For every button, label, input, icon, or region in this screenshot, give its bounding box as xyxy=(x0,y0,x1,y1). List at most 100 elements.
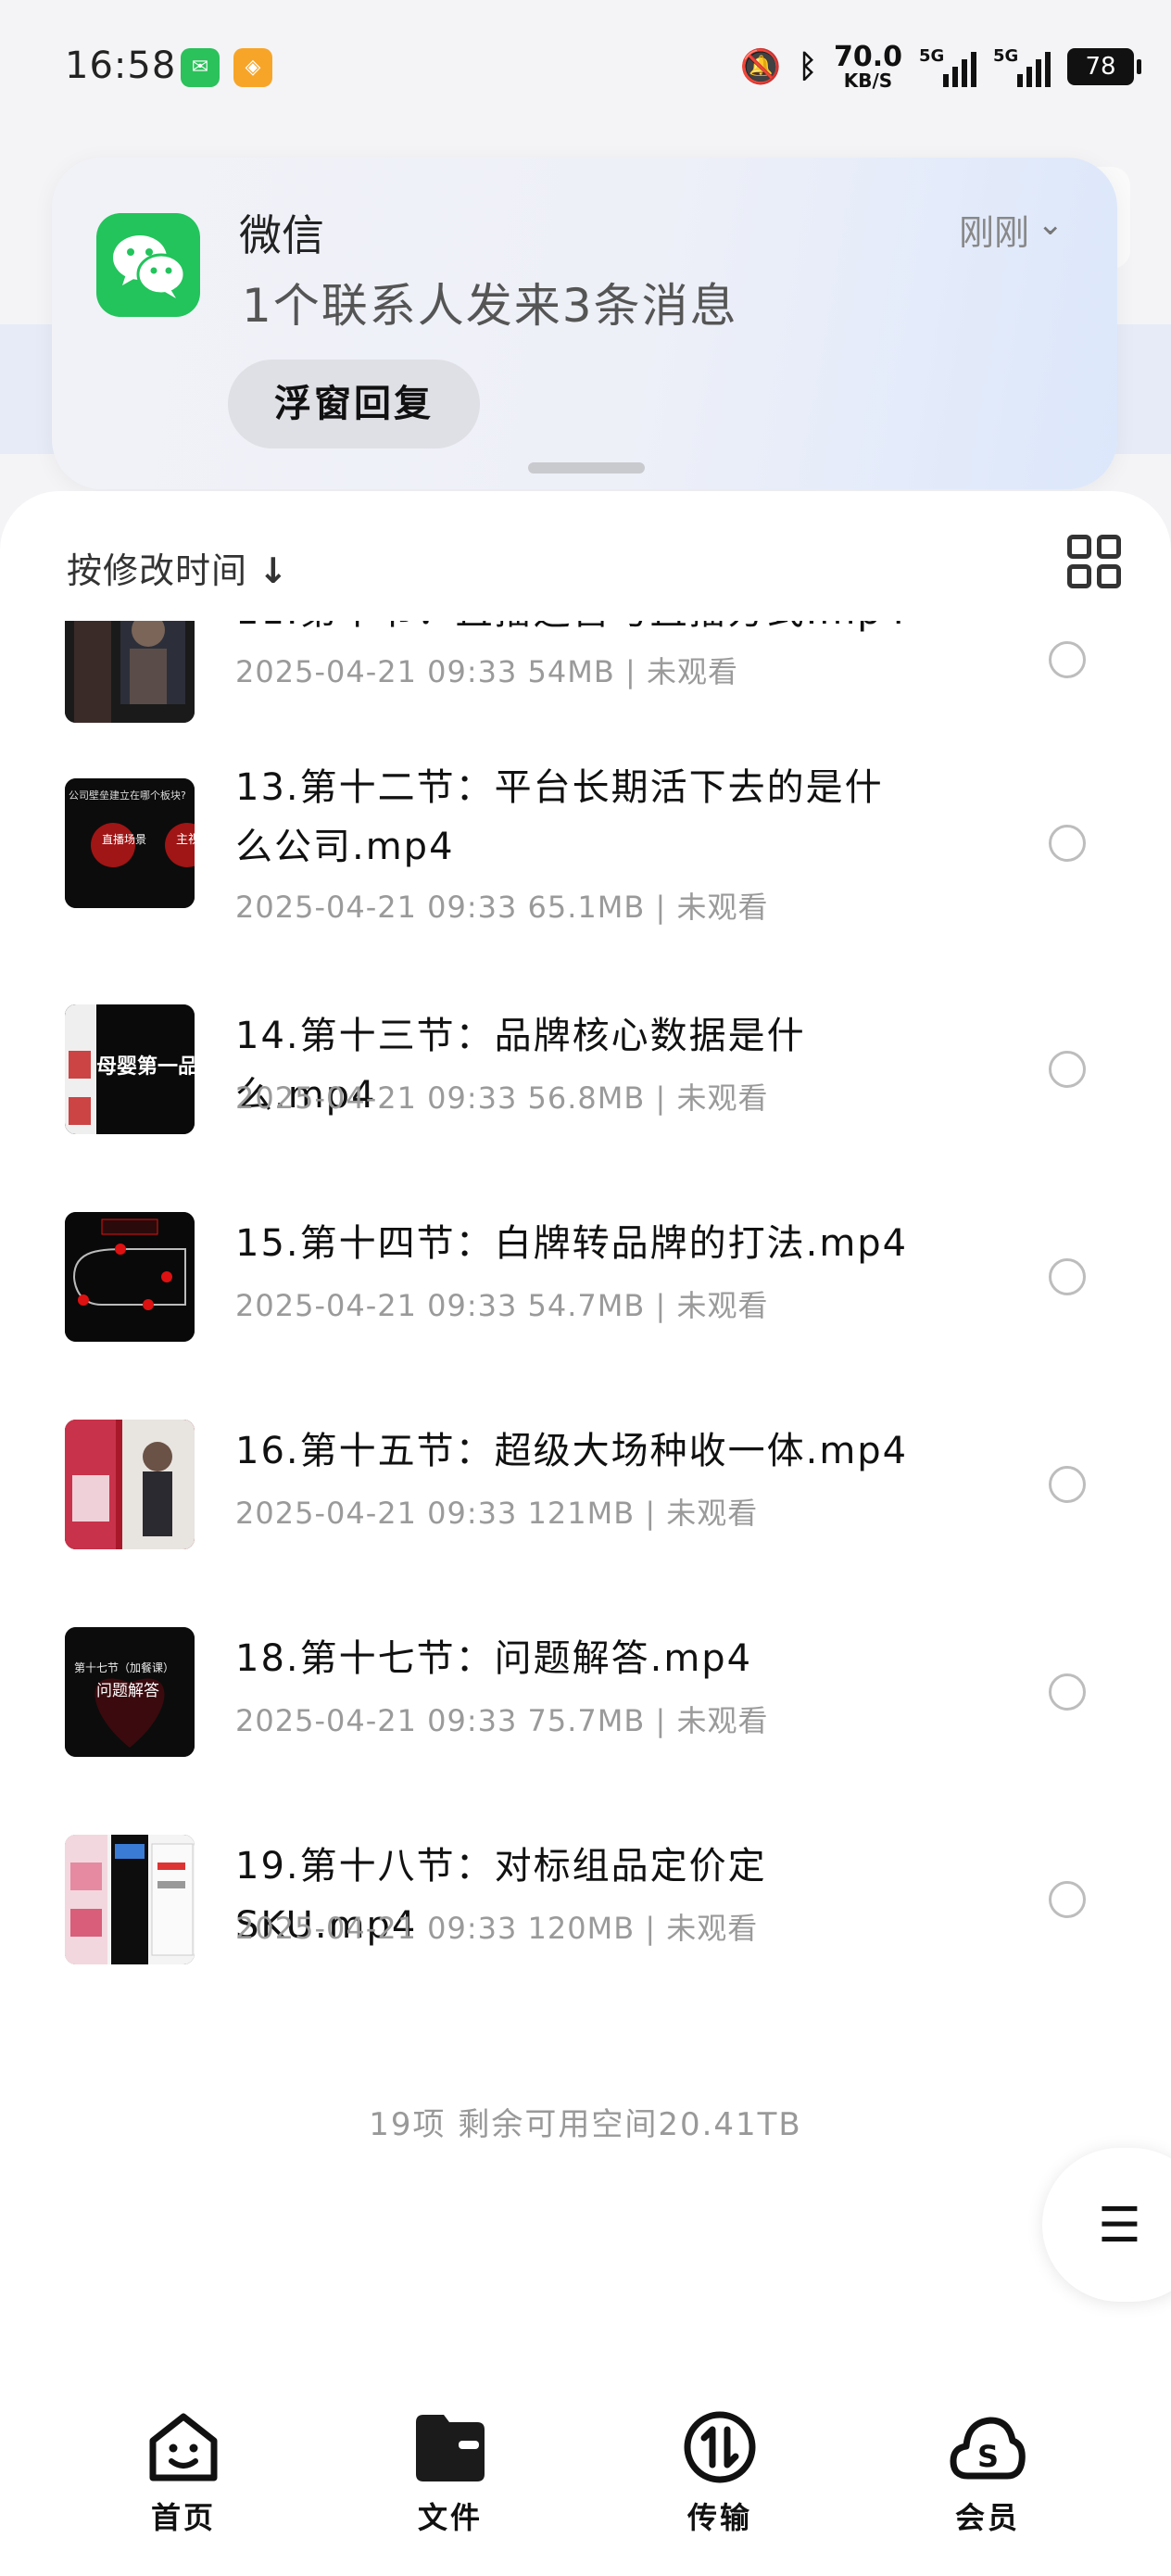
file-date: 2025-04-21 09:33 xyxy=(235,654,518,689)
file-date: 2025-04-21 09:33 xyxy=(235,1496,518,1531)
folder-icon xyxy=(412,2409,488,2485)
tab-member[interactable]: S 会员 xyxy=(923,2409,1052,2537)
wechat-notification-icon: ✉ xyxy=(181,48,220,87)
file-name: 16.第十五节：超级大场种收一体.mp4 xyxy=(235,1430,909,1472)
select-radio[interactable] xyxy=(1049,825,1086,862)
video-thumbnail xyxy=(65,1420,195,1549)
thumb-caption: 母婴第一品 xyxy=(96,1054,195,1079)
watch-status: 未观看 xyxy=(666,1496,759,1531)
list-item[interactable]: 第十七节（加餐课） 问题解答 18.第十七节：问题解答.mp4 2025-04-2… xyxy=(0,1627,1171,1812)
notification-time: 刚刚 xyxy=(958,212,1029,253)
tab-home[interactable]: 首页 xyxy=(119,2409,248,2537)
list-item[interactable]: 19.第十八节：对标组品定价定SKU.mp4 2025-04-21 09:33 … xyxy=(0,1835,1171,2020)
network-speed: 70.0 KB/S xyxy=(833,41,902,92)
battery-icon: 78 xyxy=(1067,48,1141,85)
sort-button[interactable]: 按修改时间 ↓ xyxy=(67,542,289,593)
tab-label: 传输 xyxy=(686,2500,752,2535)
file-meta: 2025-04-21 09:33 75.7MB | 未观看 xyxy=(235,1698,768,1740)
video-thumbnail xyxy=(65,1212,195,1342)
select-radio[interactable] xyxy=(1049,1673,1086,1711)
signal-sim2-icon: 5G xyxy=(993,46,1051,87)
status-icons: 🔕 ᛒ 70.0 KB/S 5G 5G 78 xyxy=(740,41,1141,93)
file-name: 13.第十二节：平台长期活下去的是什么公司.mp4 xyxy=(235,766,884,868)
file-date: 2025-04-21 09:33 xyxy=(235,890,518,925)
video-thumbnail xyxy=(65,1835,195,1964)
file-size: 56.8MB xyxy=(527,1080,646,1116)
watch-status: 未观看 xyxy=(676,1703,769,1738)
floating-reply-button[interactable]: 浮窗回复 xyxy=(228,360,480,448)
file-size: 75.7MB xyxy=(527,1703,646,1738)
file-meta: 2025-04-21 09:33 54.7MB | 未观看 xyxy=(235,1282,768,1325)
sort-label: 按修改时间 xyxy=(67,550,248,591)
file-name: 15.第十四节：白牌转品牌的打法.mp4 xyxy=(235,1222,909,1265)
grid-view-icon[interactable] xyxy=(1067,535,1123,590)
file-size: 120MB xyxy=(527,1911,636,1946)
list-item[interactable]: 11.第十节：直播运营与直播方式.mp4 2025-04-21 09:33 54… xyxy=(0,621,1171,723)
select-radio[interactable] xyxy=(1049,1881,1086,1918)
separator: | xyxy=(624,654,636,689)
arrow-down-icon: ↓ xyxy=(258,550,289,591)
list-item[interactable]: 16.第十五节：超级大场种收一体.mp4 2025-04-21 09:33 12… xyxy=(0,1420,1171,1605)
list-item[interactable]: 公司壁垒建立在哪个板块? 直播场景 主视 13.第十二节：平台长期活下去的是什么公司… xyxy=(0,766,1171,964)
notification-app-name: 微信 xyxy=(239,210,324,260)
watch-status: 未观看 xyxy=(666,1911,759,1946)
thumb-caption: 问题解答 xyxy=(96,1682,159,1700)
separator: | xyxy=(655,1703,667,1738)
watch-status: 未观看 xyxy=(676,1080,769,1116)
file-size: 65.1MB xyxy=(527,890,646,925)
select-radio[interactable] xyxy=(1049,641,1086,678)
separator: | xyxy=(655,1080,667,1116)
file-date: 2025-04-21 09:33 xyxy=(235,1911,518,1946)
network-speed-value: 70.0 xyxy=(833,41,902,73)
file-name: 11.第十节：直播运营与直播方式.mp4 xyxy=(235,621,921,641)
file-list-sheet: 按修改时间↓ 11.第十节：直播运营与直播方式.mp4 2025-04-21 0… xyxy=(0,491,1171,2576)
file-size: 54.7MB xyxy=(527,1288,646,1323)
select-radio[interactable] xyxy=(1049,1051,1086,1088)
file-meta: 2025-04-21 09:33 54MB | 未观看 xyxy=(235,649,738,691)
wechat-notification[interactable]: 微信 刚刚 ⌄ 1个联系人发来3条消息 浮窗回复 xyxy=(52,158,1117,489)
menu-fab-button[interactable]: ☰ xyxy=(1042,2148,1171,2302)
select-radio[interactable] xyxy=(1049,1258,1086,1295)
bluetooth-icon: ᛒ xyxy=(798,48,817,85)
tab-transfer[interactable]: 传输 xyxy=(655,2409,785,2537)
watch-status: 未观看 xyxy=(676,1288,769,1323)
network-speed-unit: KB/S xyxy=(843,69,893,92)
notification-message: 1个联系人发来3条消息 xyxy=(242,279,738,333)
file-size: 121MB xyxy=(527,1496,636,1531)
tab-label: 首页 xyxy=(150,2500,216,2535)
file-date: 2025-04-21 09:33 xyxy=(235,1703,518,1738)
file-size: 54MB xyxy=(527,654,615,689)
file-meta: 2025-04-21 09:33 56.8MB | 未观看 xyxy=(235,1075,768,1118)
video-thumbnail: 母婴第一品 xyxy=(65,1004,195,1134)
thumb-caption: 直播场景 xyxy=(102,833,146,846)
file-date: 2025-04-21 09:33 xyxy=(235,1288,518,1323)
file-meta: 2025-04-21 09:33 65.1MB | 未观看 xyxy=(235,884,768,927)
sim1-label: 5G xyxy=(919,46,945,66)
list-item[interactable]: 母婴第一品 14.第十三节：品牌核心数据是什么.mp4 2025-04-21 0… xyxy=(0,1004,1171,1190)
tab-label: 文件 xyxy=(417,2500,483,2535)
thumb-caption: 主视 xyxy=(176,833,195,847)
clock: 16:58 xyxy=(65,44,177,87)
status-bar: 16:58 ✉ ◈ 🔕 ᛒ 70.0 KB/S 5G 5G 78 xyxy=(0,0,1171,139)
app-notification-icon: ◈ xyxy=(233,48,272,87)
file-meta: 2025-04-21 09:33 121MB | 未观看 xyxy=(235,1490,758,1533)
transfer-icon xyxy=(682,2409,758,2485)
tab-label: 会员 xyxy=(954,2500,1020,2535)
signal-sim1-icon: 5G xyxy=(919,46,976,87)
file-date: 2025-04-21 09:33 xyxy=(235,1080,518,1116)
svg-text:S: S xyxy=(977,2439,999,2474)
separator: | xyxy=(645,1911,657,1946)
thumb-caption: 公司壁垒建立在哪个板块? xyxy=(69,789,186,802)
storage-summary: 19项 剩余可用空间20.41TB xyxy=(369,2106,802,2143)
chevron-down-icon[interactable]: ⌄ xyxy=(1038,206,1064,243)
bottom-tab-bar: 首页 文件 传输 S 会员 xyxy=(0,2391,1171,2576)
tab-files[interactable]: 文件 xyxy=(385,2409,515,2537)
separator: | xyxy=(645,1496,657,1531)
watch-status: 未观看 xyxy=(676,890,769,925)
wechat-icon xyxy=(96,213,200,317)
select-radio[interactable] xyxy=(1049,1466,1086,1503)
list-item[interactable]: 15.第十四节：白牌转品牌的打法.mp4 2025-04-21 09:33 54… xyxy=(0,1212,1171,1397)
menu-icon: ☰ xyxy=(1098,2198,1141,2254)
drag-handle[interactable] xyxy=(528,462,645,474)
file-list: 11.第十节：直播运营与直播方式.mp4 2025-04-21 09:33 54… xyxy=(0,621,1171,2066)
